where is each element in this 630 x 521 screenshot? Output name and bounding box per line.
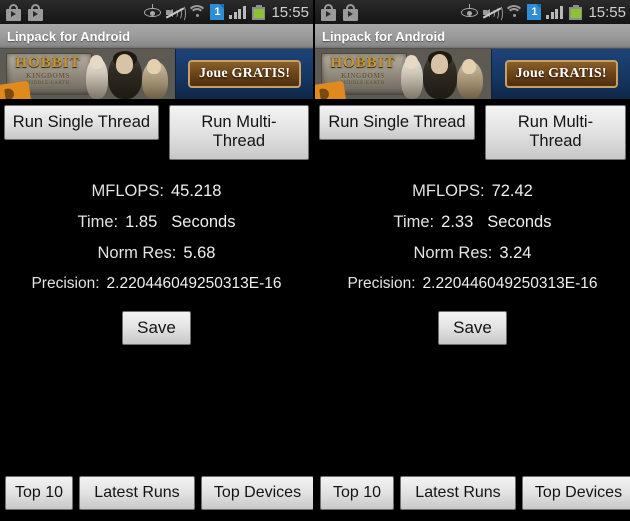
wifi-icon	[504, 5, 525, 19]
save-button[interactable]: Save	[438, 310, 507, 345]
document-badge-icon: 1	[210, 4, 225, 20]
run-multi-line2: Thread	[529, 132, 582, 151]
run-multi-line1: Run Multi-	[201, 113, 277, 131]
status-bar: 1 15:55	[0, 0, 313, 24]
banner-logo-subtitle: KINGDOMS	[26, 72, 70, 80]
banner-logo-subtitle: KINGDOMS	[341, 72, 385, 80]
dual-screenshot-container: 1 15:55 Linpack for Android HOBBIT KINGD…	[0, 0, 630, 521]
phone-screen-right: 1 15:55 Linpack for Android HOBBIT KINGD…	[315, 0, 630, 521]
run-buttons-row: Run Single Thread Run Multi- Thread	[315, 99, 630, 160]
precision-label: Precision:	[31, 274, 100, 292]
app-title: Linpack for Android	[322, 28, 446, 44]
result-row-mflops: MFLOPS: 45.218	[0, 182, 313, 201]
results-panel: MFLOPS: 45.218 Time: 1.85 Seconds Norm R…	[0, 160, 313, 470]
app-title-bar: Linpack for Android	[0, 24, 313, 49]
run-single-thread-button[interactable]: Run Single Thread	[319, 105, 475, 141]
battery-icon	[569, 4, 583, 20]
volume-muted-icon	[483, 4, 503, 22]
status-bar-right-icons: 1 15:55	[461, 3, 626, 22]
run-multi-thread-button[interactable]: Run Multi- Thread	[168, 105, 309, 160]
results-panel: MFLOPS: 72.42 Time: 2.33 Seconds Norm Re…	[315, 160, 630, 470]
mflops-value: 45.218	[170, 181, 222, 200]
bottom-navigation-bar: Top 10 Latest Runs Top Devices	[315, 470, 630, 521]
banner-artwork: HOBBIT KINGDOMS MIDDLE-EARTH	[0, 49, 176, 99]
signal-bars-icon	[546, 5, 564, 19]
eye-icon	[461, 4, 479, 18]
run-multi-thread-button[interactable]: Run Multi- Thread	[484, 105, 626, 160]
battery-icon	[252, 4, 266, 20]
time-unit: Seconds	[171, 212, 236, 231]
banner-logo-title: HOBBIT	[15, 55, 81, 71]
precision-value: 2.220446049250313E-16	[106, 274, 282, 292]
mflops-value: 72.42	[491, 181, 533, 200]
save-button-row: Save	[315, 310, 630, 345]
save-button[interactable]: Save	[122, 310, 191, 345]
app-title-bar: Linpack for Android	[315, 24, 630, 49]
top-devices-button[interactable]: Top Devices	[201, 476, 313, 510]
mflops-label: MFLOPS:	[91, 181, 164, 200]
status-bar-clock: 15:55	[588, 3, 626, 21]
run-buttons-row: Run Single Thread Run Multi- Thread	[0, 99, 313, 160]
result-row-norm-res: Norm Res: 3.24	[315, 244, 630, 263]
run-multi-line1: Run Multi-	[517, 113, 594, 131]
run-single-thread-button[interactable]: Run Single Thread	[4, 105, 159, 141]
app-title: Linpack for Android	[7, 28, 131, 44]
banner-orange-shape	[315, 80, 347, 99]
status-bar-left-icons	[6, 3, 43, 21]
time-value: 1.85	[125, 212, 158, 231]
advertisement-banner[interactable]: HOBBIT KINGDOMS MIDDLE-EARTH Joue GRATIS…	[0, 49, 313, 99]
wifi-icon	[187, 5, 208, 19]
top-10-button[interactable]: Top 10	[5, 476, 73, 510]
latest-runs-button[interactable]: Latest Runs	[79, 476, 195, 510]
volume-muted-icon	[166, 4, 186, 22]
status-bar: 1 15:55	[315, 0, 630, 24]
result-row-mflops: MFLOPS: 72.42	[315, 182, 630, 201]
banner-cta-button[interactable]: Joue GRATIS!	[504, 60, 618, 88]
norm-res-label: Norm Res:	[97, 243, 177, 262]
banner-characters-art	[84, 49, 175, 99]
latest-runs-button[interactable]: Latest Runs	[400, 476, 516, 510]
banner-logo-title: HOBBIT	[330, 55, 396, 71]
status-bar-right-icons: 1 15:55	[144, 3, 309, 22]
result-row-precision: Precision: 2.220446049250313E-16	[315, 275, 630, 293]
play-store-bag-icon	[343, 3, 358, 21]
status-bar-clock: 15:55	[271, 3, 309, 21]
time-unit: Seconds	[487, 212, 552, 231]
document-badge-icon: 1	[527, 4, 542, 20]
play-store-bag-icon	[6, 3, 21, 21]
norm-res-value: 5.68	[183, 243, 216, 262]
mflops-label: MFLOPS:	[412, 181, 485, 200]
banner-cta-button[interactable]: Joue GRATIS!	[188, 60, 302, 88]
status-bar-left-icons	[321, 3, 358, 21]
norm-res-label: Norm Res:	[413, 243, 493, 262]
banner-cta-area: Joue GRATIS!	[491, 49, 630, 99]
save-button-row: Save	[0, 310, 313, 345]
precision-label: Precision:	[347, 274, 416, 292]
advertisement-banner[interactable]: HOBBIT KINGDOMS MIDDLE-EARTH Joue GRATIS…	[315, 49, 630, 99]
banner-orange-shape	[0, 80, 32, 99]
result-row-time: Time: 2.33 Seconds	[315, 213, 630, 232]
top-10-button[interactable]: Top 10	[320, 476, 394, 510]
eye-icon	[144, 4, 162, 18]
top-devices-button[interactable]: Top Devices	[522, 476, 630, 510]
banner-cta-area: Joue GRATIS!	[175, 49, 313, 99]
precision-value: 2.220446049250313E-16	[422, 274, 598, 292]
time-label: Time:	[77, 212, 119, 231]
bottom-navigation-bar: Top 10 Latest Runs Top Devices	[0, 470, 313, 521]
banner-characters-art	[399, 49, 491, 99]
result-row-norm-res: Norm Res: 5.68	[0, 244, 313, 263]
play-store-bag-icon	[321, 3, 336, 21]
banner-artwork: HOBBIT KINGDOMS MIDDLE-EARTH	[315, 49, 492, 99]
norm-res-value: 3.24	[499, 243, 532, 262]
signal-bars-icon	[229, 5, 247, 19]
run-multi-line2: Thread	[212, 132, 266, 151]
time-label: Time:	[393, 212, 435, 231]
result-row-time: Time: 1.85 Seconds	[0, 213, 313, 232]
phone-screen-left: 1 15:55 Linpack for Android HOBBIT KINGD…	[0, 0, 313, 521]
time-value: 2.33	[441, 212, 474, 231]
play-store-bag-icon	[28, 3, 43, 21]
result-row-precision: Precision: 2.220446049250313E-16	[0, 275, 313, 293]
